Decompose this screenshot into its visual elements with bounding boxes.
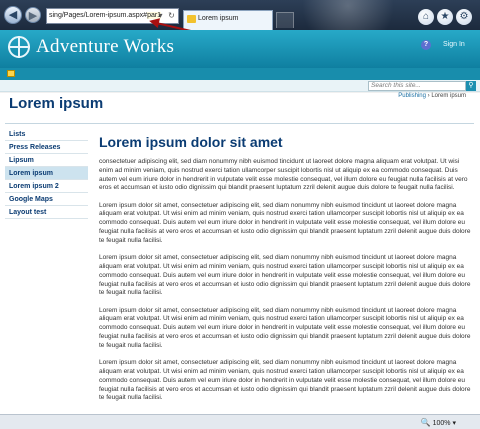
search-input[interactable]: Search this site... — [368, 81, 466, 91]
zoom-level: 100% — [432, 420, 451, 427]
nav-item-google-maps[interactable]: Google Maps — [5, 193, 88, 206]
content-heading: Lorem ipsum dolor sit amet — [99, 134, 283, 150]
paragraph: Lorem ipsum dolor sit amet, consectetuer… — [99, 359, 471, 402]
zoom-icon: 🔍 — [420, 418, 431, 427]
back-arrow-icon[interactable]: ◀ — [4, 6, 22, 24]
nav-item-lorem-ipsum-2[interactable]: Lorem ipsum 2 — [5, 180, 88, 193]
nav-item-lorem-ipsum[interactable]: Lorem ipsum — [5, 167, 88, 180]
breadcrumb: Publishing › Lorem ipsum — [398, 93, 466, 99]
title-divider — [5, 123, 474, 124]
address-text: sing/Pages/Lorem-ipsum.aspx# — [49, 12, 148, 19]
nav-item-press-releases[interactable]: Press Releases — [5, 141, 88, 154]
nav-item-lipsum[interactable]: Lipsum — [5, 154, 88, 167]
compass-logo-icon[interactable] — [8, 36, 30, 58]
paragraph: Lorem ipsum dolor sit amet, consectetuer… — [99, 254, 471, 297]
window-icons: ⌂ ★ ⚙ — [415, 6, 472, 25]
forward-arrow-icon[interactable]: ▶ — [25, 7, 41, 23]
zoom-control[interactable]: 🔍 100% ▾ — [421, 418, 456, 427]
site-header: Adventure Works ? Sign In — [0, 30, 480, 68]
page-favicon-icon — [187, 15, 196, 23]
refresh-icon[interactable]: ↻ — [166, 10, 177, 21]
browser-toolbar: ◀ ▶ sing/Pages/Lorem-ipsum.aspx#par1 ▾ ↻… — [0, 0, 480, 30]
sign-in-link[interactable]: Sign In — [443, 41, 465, 48]
ribbon-bar — [0, 68, 480, 80]
site-title[interactable]: Adventure Works — [36, 36, 174, 58]
new-tab-button[interactable] — [276, 12, 294, 28]
paragraph: Lorem ipsum dolor sit amet, consectetuer… — [99, 201, 471, 244]
breadcrumb-link-publishing[interactable]: Publishing — [398, 93, 426, 99]
page-title: Lorem ipsum — [9, 95, 104, 112]
star-icon[interactable]: ★ — [437, 9, 453, 25]
breadcrumb-current: Lorem ipsum — [431, 93, 466, 99]
help-icon[interactable]: ? — [421, 40, 431, 50]
folder-icon[interactable] — [7, 70, 15, 77]
left-navigation: Lists Press Releases Lipsum Lorem ipsum … — [5, 128, 88, 219]
toolbar-decoration — [300, 0, 420, 30]
breadcrumb-separator: › — [427, 93, 430, 99]
tab-lorem-ipsum[interactable]: Lorem ipsum — [183, 10, 273, 30]
paragraph: consectetuer adipiscing elit, sed diam n… — [99, 158, 468, 192]
status-bar: 🔍 100% ▾ — [0, 414, 480, 429]
search-row: Search this site... ⚲ — [0, 80, 480, 92]
nav-item-lists[interactable]: Lists — [5, 128, 88, 141]
nav-item-layout-test[interactable]: Layout test — [5, 206, 88, 219]
search-icon[interactable]: ⚲ — [466, 81, 476, 91]
home-icon[interactable]: ⌂ — [418, 9, 434, 25]
gear-icon[interactable]: ⚙ — [456, 9, 472, 25]
tab-label: Lorem ipsum — [198, 15, 239, 22]
main-content: Lorem ipsum dolor sit amet consectetuer … — [99, 134, 472, 412]
paragraph: Lorem ipsum dolor sit amet, consectetuer… — [99, 306, 471, 349]
page-body: Publishing › Lorem ipsum Lorem ipsum Lis… — [0, 93, 480, 414]
